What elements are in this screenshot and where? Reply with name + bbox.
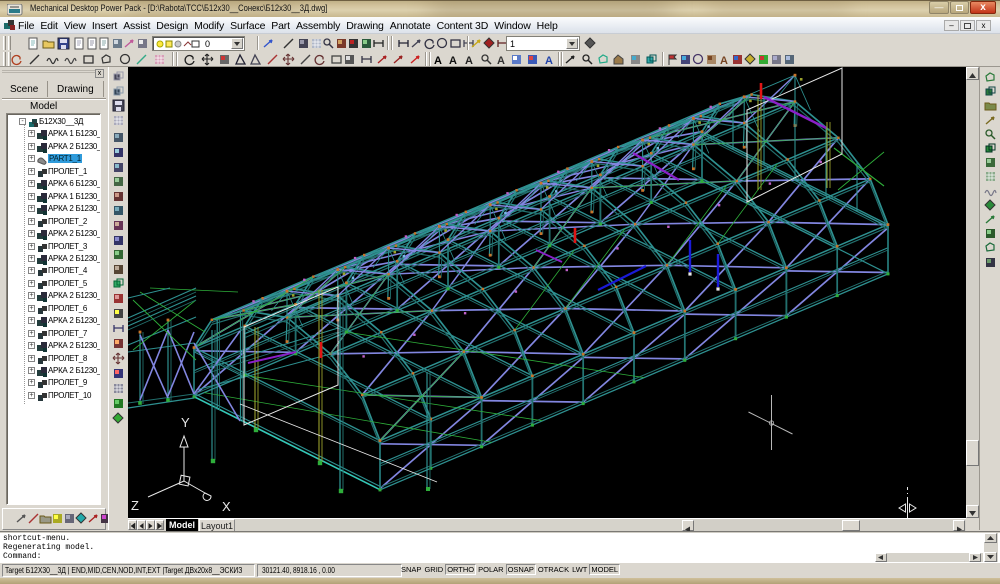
svg-text:A: A [449, 55, 457, 66]
svg-text:A: A [434, 55, 442, 66]
svg-text:A: A [497, 55, 505, 66]
svg-text:Z: Z [131, 498, 139, 513]
svg-text:A: A [465, 55, 473, 66]
svg-text:A: A [545, 55, 553, 66]
svg-text:Y: Y [181, 415, 190, 430]
svg-text:A: A [720, 55, 728, 66]
svg-text:X: X [222, 499, 231, 514]
